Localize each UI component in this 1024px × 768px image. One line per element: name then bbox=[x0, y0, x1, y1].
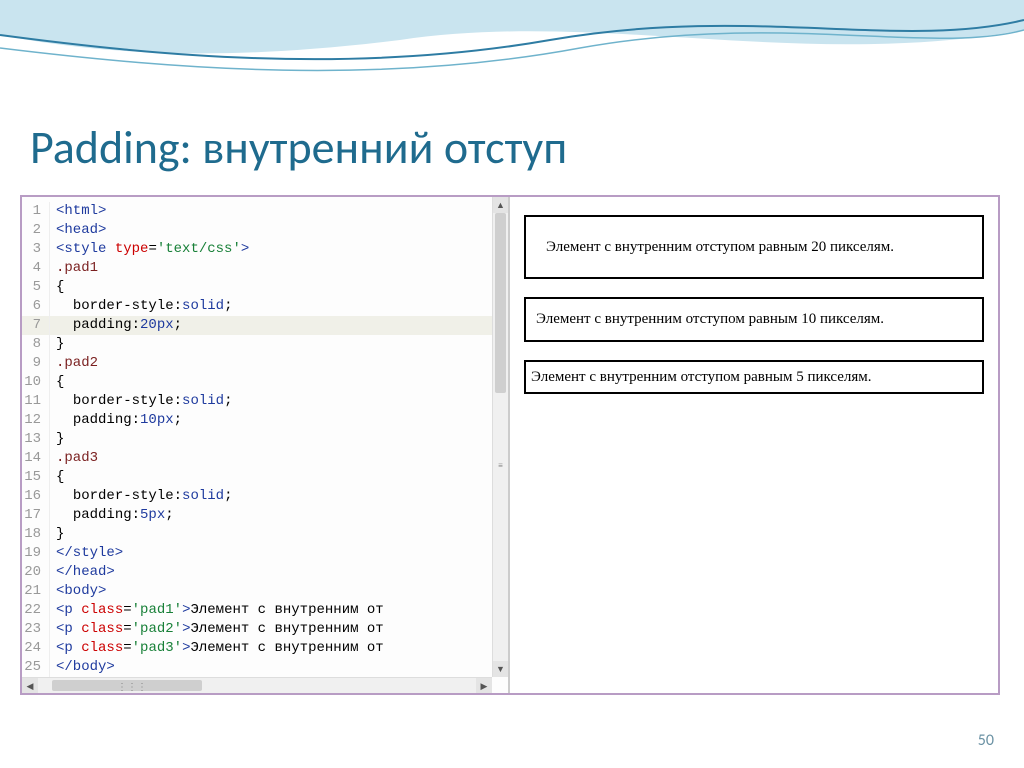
padding-example-5: Элемент с внутренним отступом равным 5 п… bbox=[524, 360, 984, 394]
line-number: 18 bbox=[22, 525, 50, 544]
scroll-up-arrow[interactable]: ▲ bbox=[493, 197, 508, 213]
scroll-grip-icon: ⋮⋮⋮ bbox=[117, 682, 147, 693]
line-number: 15 bbox=[22, 468, 50, 487]
code-text: .pad3 bbox=[50, 449, 98, 468]
line-number: 9 bbox=[22, 354, 50, 373]
line-number: 5 bbox=[22, 278, 50, 297]
line-number: 20 bbox=[22, 563, 50, 582]
line-number: 1 bbox=[22, 202, 50, 221]
code-line: 13} bbox=[22, 430, 508, 449]
line-number: 16 bbox=[22, 487, 50, 506]
line-number: 3 bbox=[22, 240, 50, 259]
line-number: 19 bbox=[22, 544, 50, 563]
line-number: 7 bbox=[22, 316, 50, 335]
line-number: 4 bbox=[22, 259, 50, 278]
code-line: 17 padding:5px; bbox=[22, 506, 508, 525]
code-text: <head> bbox=[50, 221, 106, 240]
line-number: 10 bbox=[22, 373, 50, 392]
code-line: 5{ bbox=[22, 278, 508, 297]
code-text: <p class='pad1'>Элемент с внутренним от bbox=[50, 601, 384, 620]
code-text: <html> bbox=[50, 202, 106, 221]
line-number: 6 bbox=[22, 297, 50, 316]
code-text: } bbox=[50, 525, 64, 544]
line-number: 2 bbox=[22, 221, 50, 240]
code-text: <p class='pad3'>Элемент с внутренним от bbox=[50, 639, 384, 658]
line-number: 25 bbox=[22, 658, 50, 677]
code-text: padding:5px; bbox=[50, 506, 174, 525]
scroll-middle-marker: ≡ bbox=[497, 461, 504, 469]
code-line: 7 padding:20px; bbox=[22, 316, 508, 335]
line-number: 14 bbox=[22, 449, 50, 468]
scroll-left-arrow[interactable]: ◀ bbox=[22, 678, 38, 693]
code-line: 8} bbox=[22, 335, 508, 354]
scroll-down-arrow[interactable]: ▼ bbox=[493, 661, 508, 677]
code-text: .pad2 bbox=[50, 354, 98, 373]
code-line: 3<style type='text/css'> bbox=[22, 240, 508, 259]
code-text: </head> bbox=[50, 563, 115, 582]
code-line: 23<p class='pad2'>Элемент с внутренним о… bbox=[22, 620, 508, 639]
code-text: { bbox=[50, 278, 64, 297]
line-number: 12 bbox=[22, 411, 50, 430]
code-text: } bbox=[50, 335, 64, 354]
code-text: { bbox=[50, 468, 64, 487]
code-line: 2<head> bbox=[22, 221, 508, 240]
code-listing: 1<html>2<head>3<style type='text/css'>4.… bbox=[22, 197, 508, 677]
code-line: 14.pad3 bbox=[22, 449, 508, 468]
code-text: padding:10px; bbox=[50, 411, 182, 430]
vertical-scroll-thumb[interactable] bbox=[495, 213, 506, 393]
padding-example-10: Элемент с внутренним отступом равным 10 … bbox=[524, 297, 984, 341]
padding-example-20: Элемент с внутренним отступом равным 20 … bbox=[524, 215, 984, 279]
line-number: 13 bbox=[22, 430, 50, 449]
code-text: } bbox=[50, 430, 64, 449]
code-line: 25</body> bbox=[22, 658, 508, 677]
code-line: 9.pad2 bbox=[22, 354, 508, 373]
code-line: 12 padding:10px; bbox=[22, 411, 508, 430]
code-text: </body> bbox=[50, 658, 115, 677]
code-line: 6 border-style:solid; bbox=[22, 297, 508, 316]
line-number: 11 bbox=[22, 392, 50, 411]
line-number: 21 bbox=[22, 582, 50, 601]
scroll-right-arrow[interactable]: ▶ bbox=[476, 678, 492, 693]
code-text: <style type='text/css'> bbox=[50, 240, 249, 259]
code-text: border-style:solid; bbox=[50, 392, 232, 411]
code-text: { bbox=[50, 373, 64, 392]
code-line: 15{ bbox=[22, 468, 508, 487]
page-number: 50 bbox=[978, 731, 994, 750]
line-number: 22 bbox=[22, 601, 50, 620]
content-frame: 1<html>2<head>3<style type='text/css'>4.… bbox=[20, 195, 1000, 695]
line-number: 8 bbox=[22, 335, 50, 354]
code-line: 24<p class='pad3'>Элемент с внутренним о… bbox=[22, 639, 508, 658]
decorative-swoosh bbox=[0, 0, 1024, 120]
vertical-scrollbar[interactable]: ▲ ≡ ▼ bbox=[492, 197, 508, 677]
line-number: 24 bbox=[22, 639, 50, 658]
line-number: 17 bbox=[22, 506, 50, 525]
code-text: </style> bbox=[50, 544, 123, 563]
code-line: 22<p class='pad1'>Элемент с внутренним о… bbox=[22, 601, 508, 620]
code-line: 11 border-style:solid; bbox=[22, 392, 508, 411]
code-line: 18} bbox=[22, 525, 508, 544]
code-text: border-style:solid; bbox=[50, 487, 232, 506]
code-line: 20</head> bbox=[22, 563, 508, 582]
code-text: padding:20px; bbox=[50, 316, 182, 335]
line-number: 23 bbox=[22, 620, 50, 639]
code-line: 4.pad1 bbox=[22, 259, 508, 278]
code-line: 19</style> bbox=[22, 544, 508, 563]
code-text: <body> bbox=[50, 582, 106, 601]
code-text: border-style:solid; bbox=[50, 297, 232, 316]
code-line: 10{ bbox=[22, 373, 508, 392]
code-text: .pad1 bbox=[50, 259, 98, 278]
code-editor-panel: 1<html>2<head>3<style type='text/css'>4.… bbox=[22, 197, 510, 693]
code-line: 21<body> bbox=[22, 582, 508, 601]
render-preview-panel: Элемент с внутренним отступом равным 20 … bbox=[510, 197, 998, 693]
horizontal-scrollbar[interactable]: ◀ ⋮⋮⋮ ▶ bbox=[22, 677, 492, 693]
slide-title: Padding: внутренний отступ bbox=[30, 120, 567, 176]
code-line: 16 border-style:solid; bbox=[22, 487, 508, 506]
code-text: <p class='pad2'>Элемент с внутренним от bbox=[50, 620, 384, 639]
code-line: 1<html> bbox=[22, 202, 508, 221]
